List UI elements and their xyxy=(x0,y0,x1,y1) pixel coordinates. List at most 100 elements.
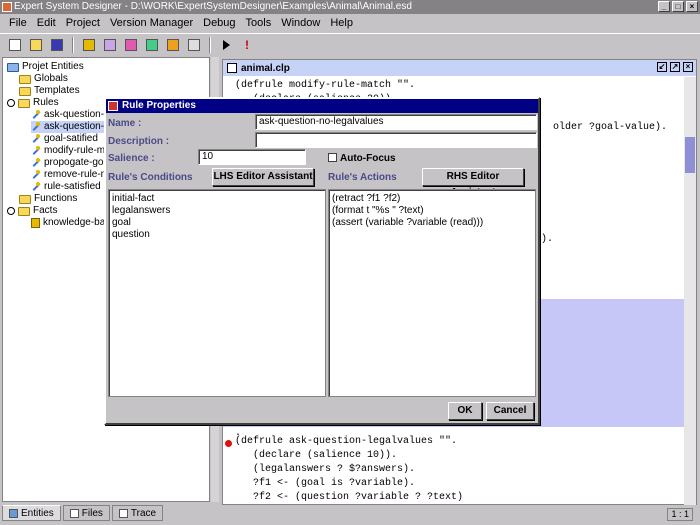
code-line: (legalanswers ? $?answers). xyxy=(235,464,416,475)
editor-titlebar: animal.clp ↙ ↗ × xyxy=(223,60,696,76)
menu-file[interactable]: File xyxy=(4,14,32,32)
dialog-titlebar: Rule Properties xyxy=(106,99,538,113)
rule-icon xyxy=(31,182,41,192)
tree-item-globals[interactable]: Globals xyxy=(19,73,68,85)
expand-icon[interactable] xyxy=(7,99,15,107)
tree-item-label: remove-rule-no xyxy=(44,169,112,180)
status-bar: 1 : 1 xyxy=(222,507,697,521)
name-field[interactable]: ask-question-no-legalvalues xyxy=(255,114,537,130)
editor-scrollbar[interactable] xyxy=(684,77,696,505)
trace-icon xyxy=(118,508,128,518)
list-item[interactable]: (retract ?f1 ?f2) xyxy=(332,193,532,205)
open-folder-icon xyxy=(30,38,42,51)
menu-help[interactable]: Help xyxy=(325,14,358,32)
list-item[interactable]: legalanswers xyxy=(112,205,322,217)
menu-version-manager[interactable]: Version Manager xyxy=(105,14,198,32)
save-icon xyxy=(51,38,63,51)
breakpoint-icon[interactable] xyxy=(225,440,232,447)
tree-rule-item[interactable]: goal-satified xyxy=(31,133,98,145)
tree-item-label: propogate-goal xyxy=(44,157,112,168)
folder-icon xyxy=(19,194,31,204)
tab-label: Entities xyxy=(21,507,54,519)
folder-icon xyxy=(7,62,19,72)
restore-icon[interactable]: ↙ xyxy=(657,62,667,72)
new-file-button[interactable] xyxy=(6,36,24,54)
app-icon xyxy=(2,2,12,12)
menu-tools[interactable]: Tools xyxy=(241,14,277,32)
menu-edit[interactable]: Edit xyxy=(32,14,61,32)
maximize-button[interactable]: □ xyxy=(672,1,684,12)
fact-button[interactable] xyxy=(164,36,182,54)
run-button[interactable] xyxy=(217,36,235,54)
cursor-position: 1 : 1 xyxy=(667,508,693,521)
tree-rule-item[interactable]: modify-rule-ma xyxy=(31,145,111,157)
ok-button[interactable]: OK xyxy=(448,402,482,420)
toolbar-separator xyxy=(72,36,74,53)
description-field[interactable] xyxy=(255,132,537,148)
new-file-icon xyxy=(9,38,21,51)
tree-rule-item-selected[interactable]: ask-question-no xyxy=(31,121,116,133)
rhs-editor-button[interactable]: RHS Editor Assistant xyxy=(422,168,524,198)
tree-rule-item[interactable]: ask-question-le xyxy=(31,109,112,121)
rule-icon xyxy=(31,134,41,144)
rule-edit-button[interactable] xyxy=(101,36,119,54)
list-item[interactable]: goal xyxy=(112,217,322,229)
template-button[interactable] xyxy=(122,36,140,54)
menu-window[interactable]: Window xyxy=(276,14,325,32)
tab-entities[interactable]: Entities xyxy=(2,505,61,521)
conditions-list[interactable]: initial-fact legalanswers goal question xyxy=(108,189,326,397)
salience-label: Salience : xyxy=(108,153,155,164)
close-button[interactable]: × xyxy=(686,1,698,12)
breakpoint-button[interactable]: ! xyxy=(238,36,256,54)
list-item[interactable]: (format t "%s " ?text) xyxy=(332,205,532,217)
menu-project[interactable]: Project xyxy=(61,14,105,32)
actions-list[interactable]: (retract ?f1 ?f2) (format t "%s " ?text)… xyxy=(328,189,536,397)
expand-icon[interactable] xyxy=(7,207,15,215)
list-item[interactable]: initial-fact xyxy=(112,193,322,205)
list-item[interactable]: question xyxy=(112,229,322,241)
autofocus-checkbox[interactable] xyxy=(328,153,337,162)
global-button[interactable] xyxy=(185,36,203,54)
open-button[interactable] xyxy=(27,36,45,54)
salience-field[interactable]: 10 xyxy=(198,149,306,165)
exclamation-icon: ! xyxy=(245,37,249,52)
scrollbar-thumb[interactable] xyxy=(685,137,695,173)
menu-debug[interactable]: Debug xyxy=(198,14,240,32)
rule-tool-button[interactable] xyxy=(80,36,98,54)
folder-icon xyxy=(19,86,31,96)
actions-label: Rule's Actions xyxy=(328,172,397,183)
tree-root[interactable]: Projet Entities xyxy=(7,61,84,73)
tab-trace[interactable]: Trace xyxy=(111,505,164,521)
tree-item-templates[interactable]: Templates xyxy=(19,85,80,97)
tree-rule-item[interactable]: rule-satisfied xyxy=(31,181,101,193)
tree-item-label: knowledge-bas xyxy=(43,217,111,228)
conditions-label: Rule's Conditions xyxy=(108,172,193,183)
list-item[interactable]: (assert (variable ?variable (read))) xyxy=(332,217,532,229)
tab-files[interactable]: Files xyxy=(62,505,110,521)
function-icon xyxy=(146,38,158,51)
fact-icon xyxy=(31,218,40,228)
code-line: (defrule modify-rule-match "". xyxy=(235,80,416,91)
toolbar-separator-2 xyxy=(209,36,211,53)
panel-tabs: Entities Files Trace xyxy=(2,505,164,521)
code-line: ). xyxy=(541,234,554,245)
maximize-icon[interactable]: ↗ xyxy=(670,62,680,72)
rule-icon xyxy=(31,146,41,156)
description-label: Description : xyxy=(108,136,170,147)
play-icon xyxy=(222,39,230,50)
tree-item-facts[interactable]: Facts xyxy=(7,205,57,217)
tree-fact-item[interactable]: knowledge-bas xyxy=(31,217,110,229)
tree-rule-item[interactable]: remove-rule-no xyxy=(31,169,112,181)
close-icon[interactable]: × xyxy=(683,62,693,72)
tree-rule-item[interactable]: propogate-goal xyxy=(31,157,111,169)
lhs-editor-button[interactable]: LHS Editor Assistant xyxy=(212,168,314,186)
function-button[interactable] xyxy=(143,36,161,54)
tree-item-functions[interactable]: Functions xyxy=(19,193,77,205)
cancel-button[interactable]: Cancel xyxy=(486,402,534,420)
minimize-button[interactable]: _ xyxy=(658,1,670,12)
save-button[interactable] xyxy=(48,36,66,54)
folder-icon xyxy=(18,206,30,216)
tree-item-rules[interactable]: Rules xyxy=(7,97,59,109)
global-icon xyxy=(188,38,200,51)
rule-icon xyxy=(31,110,41,120)
